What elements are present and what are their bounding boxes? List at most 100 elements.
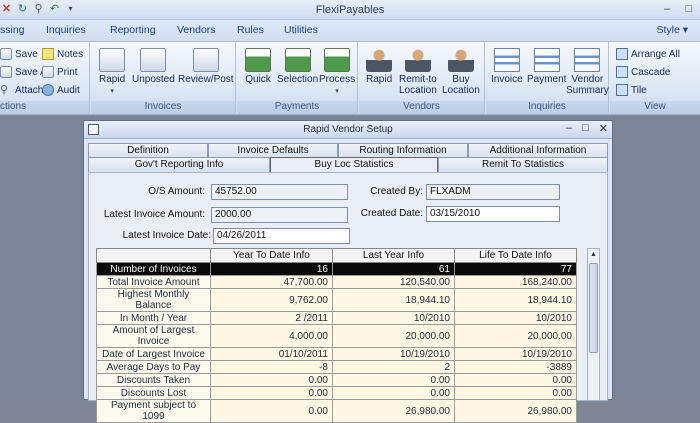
review-post-label: Review/Post [178, 74, 234, 85]
tab-invoice-defaults[interactable]: Invoice Defaults [208, 143, 338, 158]
table-row[interactable]: Amount of Largest Invoice 4,000.00 20,000.… [96, 324, 577, 348]
quick-payment-icon [245, 48, 271, 72]
selection-label: Selection [277, 74, 319, 85]
buy-location-label-1: Buy [452, 74, 470, 85]
row-label-cell: Total Invoice Amount [96, 275, 211, 289]
tab-govt-reporting-info[interactable]: Gov't Reporting Info [88, 157, 270, 172]
print-button-label: Print [57, 66, 78, 78]
vendor-summary-button[interactable]: Vendor Summary [566, 48, 609, 96]
cascade-icon [616, 66, 628, 78]
grid-col-header-last-year[interactable]: Last Year Info [332, 248, 455, 263]
ribbon-group-actions: Save Notes Save As Print ⚲ Attach Audit c… [0, 42, 90, 115]
save-button-label: Save [15, 48, 38, 60]
notes-button-label: Notes [57, 48, 84, 60]
audit-button[interactable]: Audit [42, 84, 80, 96]
maximize-icon[interactable]: □ [678, 0, 700, 18]
scroll-thumb[interactable] [589, 263, 598, 353]
review-post-button[interactable]: Review/Post [178, 48, 234, 85]
table-row[interactable]: In Month / Year 2 /2011 10/2010 10/2010 [96, 311, 577, 325]
menu-processing[interactable]: ssing [0, 24, 25, 36]
menu-style[interactable]: Style ▾ [656, 24, 688, 36]
unposted-button[interactable]: Unposted [132, 48, 175, 85]
os-amount-label: O/S Amount: [148, 186, 205, 197]
quick-payment-button[interactable]: Quick [245, 48, 271, 85]
created-date-label: Created Date: [360, 208, 423, 219]
menu-utilities[interactable]: Utilities [284, 24, 318, 36]
close-icon[interactable]: ✕ [599, 122, 608, 135]
vendor-summary-label-2: Summary [566, 85, 609, 96]
print-button[interactable]: Print [42, 66, 78, 78]
tab-routing-information[interactable]: Routing Information [338, 143, 468, 158]
grid-header-row: Year To Date Info Last Year Info Life To… [96, 248, 577, 263]
menu-bar: ssing Inquiries Reporting Vendors Rules … [0, 20, 700, 42]
tab-remit-to-statistics[interactable]: Remit To Statistics [438, 157, 608, 172]
audit-icon [42, 84, 54, 96]
row-label-cell: In Month / Year [96, 311, 211, 325]
menu-inquiries[interactable]: Inquiries [46, 24, 86, 36]
row-label-cell: Amount of Largest Invoice [96, 324, 211, 348]
table-row[interactable]: Number of Invoices 16 61 77 [96, 262, 577, 276]
window-controls: – □ [656, 0, 700, 18]
maximize-icon[interactable]: □ [582, 122, 589, 135]
dialog-title-bar[interactable]: Rapid Vendor Setup – □ ✕ [84, 121, 612, 139]
buy-location-button[interactable]: Buy Location [442, 48, 480, 96]
table-cell: -8 [210, 360, 333, 374]
selection-button[interactable]: Selection [277, 48, 318, 85]
rapid-vendor-button[interactable]: Rapid [366, 48, 392, 85]
grid-col-header-ytd[interactable]: Year To Date Info [210, 248, 333, 263]
created-date-field[interactable]: 03/15/2010 [426, 206, 560, 222]
menu-vendors[interactable]: Vendors [177, 24, 216, 36]
save-as-icon [0, 66, 12, 78]
remit-to-location-button[interactable]: Remit-to Location [399, 48, 437, 96]
payment-inquiry-button[interactable]: Payment [527, 48, 566, 85]
remit-to-location-icon [404, 48, 431, 72]
ribbon: Save Notes Save As Print ⚲ Attach Audit c… [0, 42, 700, 115]
menu-reporting[interactable]: Reporting [110, 24, 156, 36]
invoice-inquiry-icon [493, 48, 520, 72]
ribbon-group-vendors: Rapid Remit-to Location Buy Location Vendo… [359, 42, 485, 115]
table-cell: 10/2010 [332, 311, 455, 325]
latest-invoice-amount-label: Latest Invoice Amount: [103, 209, 205, 220]
table-cell: 10/2010 [454, 311, 577, 325]
tab-definition[interactable]: Definition [88, 143, 208, 158]
process-button[interactable]: Process ▾ [319, 48, 355, 97]
ribbon-group-actions-label: ctions [0, 101, 89, 114]
minimize-icon[interactable]: – [566, 122, 572, 135]
table-cell: 0.00 [332, 386, 455, 400]
ribbon-group-payments-label: Payments [237, 101, 357, 114]
latest-invoice-date-field[interactable]: 04/26/2011 [213, 228, 350, 244]
audit-button-label: Audit [57, 84, 80, 96]
row-label-cell: Date of Largest Invoice [96, 347, 211, 361]
tab-additional-information[interactable]: Additional Information [468, 143, 608, 158]
table-cell: 77 [454, 262, 577, 276]
table-row[interactable]: Highest Monthly Balance 9,762.00 18,944.10… [96, 288, 577, 312]
save-button[interactable]: Save [0, 48, 38, 60]
rapid-invoice-button[interactable]: Rapid ▾ [99, 48, 125, 97]
cascade-button[interactable]: Cascade [616, 66, 670, 78]
tab-buy-loc-statistics[interactable]: Buy Loc Statistics [270, 157, 438, 172]
table-cell: 9,762.00 [210, 288, 333, 312]
minimize-icon[interactable]: – [656, 0, 678, 18]
table-row[interactable]: Discounts Lost 0.00 0.00 0.00 [96, 386, 577, 400]
table-row[interactable]: Total Invoice Amount 47,700.00 120,540.00 1… [96, 275, 577, 289]
invoice-inquiry-button[interactable]: Invoice [491, 48, 523, 85]
tile-icon [616, 84, 628, 96]
table-row[interactable]: Payment subject to 1099 0.00 26,980.00 26,9… [96, 399, 577, 423]
table-cell: 61 [332, 262, 455, 276]
arrange-all-button[interactable]: Arrange All [616, 48, 680, 60]
table-cell: 0.00 [454, 386, 577, 400]
table-row[interactable]: Discounts Taken 0.00 0.00 0.00 [96, 373, 577, 387]
notes-button[interactable]: Notes [42, 48, 83, 60]
tile-button[interactable]: Tile [616, 84, 647, 96]
grid-vertical-scrollbar[interactable]: ▲ [587, 248, 600, 401]
menu-rules[interactable]: Rules [237, 24, 264, 36]
table-cell: 2 [332, 360, 455, 374]
attach-button[interactable]: ⚲ Attach [0, 84, 43, 96]
rapid-invoice-label: Rapid [99, 74, 126, 85]
table-cell: 4,000.00 [210, 324, 333, 348]
table-row[interactable]: Average Days to Pay -8 2 -3889 [96, 360, 577, 374]
grid-col-header-life-to-date[interactable]: Life To Date Info [454, 248, 577, 263]
table-row[interactable]: Date of Largest Invoice 01/10/2011 10/19/2… [96, 347, 577, 361]
ribbon-group-invoices-label: Invoices [91, 101, 235, 114]
scroll-up-icon[interactable]: ▲ [588, 249, 599, 261]
